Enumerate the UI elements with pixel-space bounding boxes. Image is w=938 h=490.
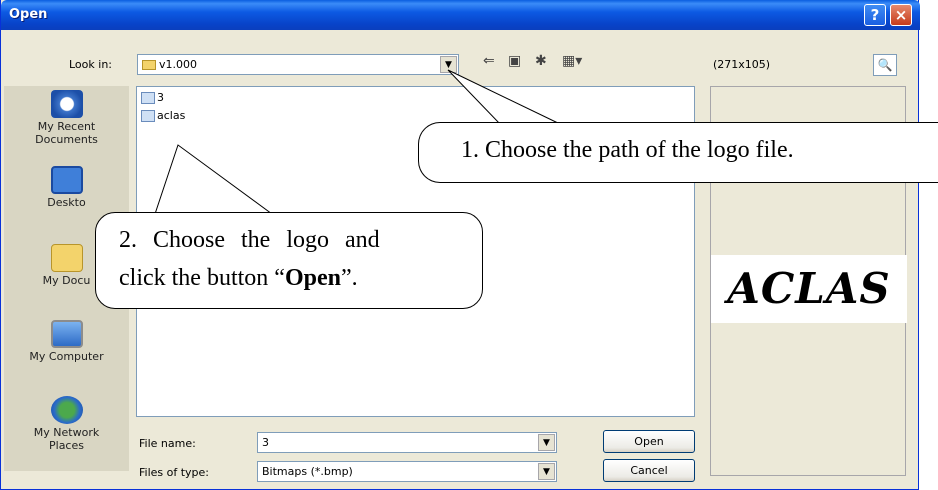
callout-step-1: 1. Choose the path of the logo file. xyxy=(418,122,938,183)
callout-step-2: 2. Choose the logo and click the button … xyxy=(95,212,483,309)
